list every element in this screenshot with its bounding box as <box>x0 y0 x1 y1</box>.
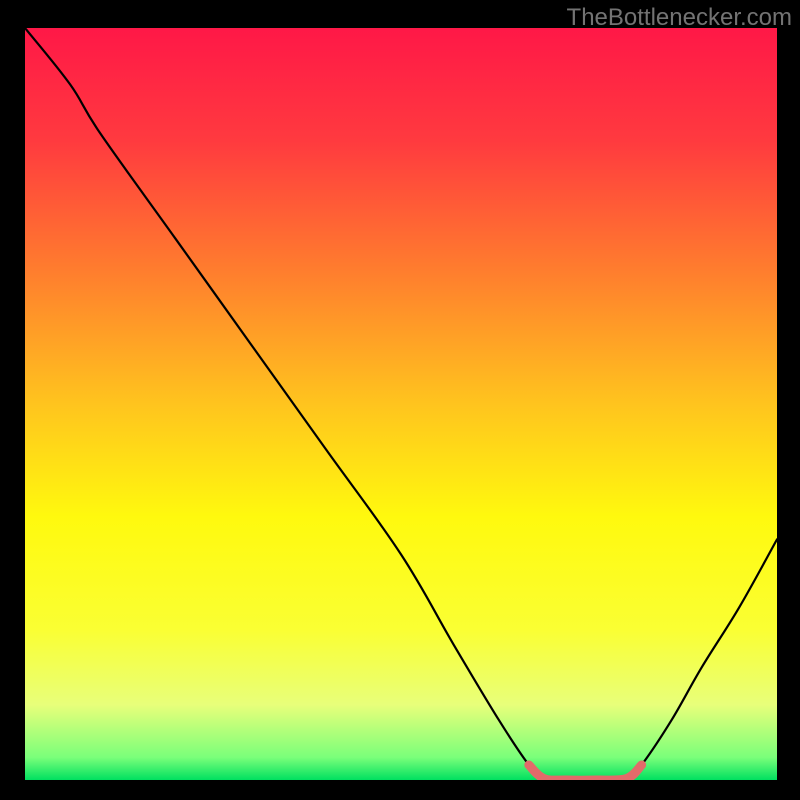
plot-area <box>25 28 777 780</box>
chart-svg <box>25 28 777 780</box>
attribution-text: TheBottlenecker.com <box>567 4 792 32</box>
gradient-background <box>25 28 777 780</box>
chart-container: TheBottlenecker.com <box>0 0 800 800</box>
